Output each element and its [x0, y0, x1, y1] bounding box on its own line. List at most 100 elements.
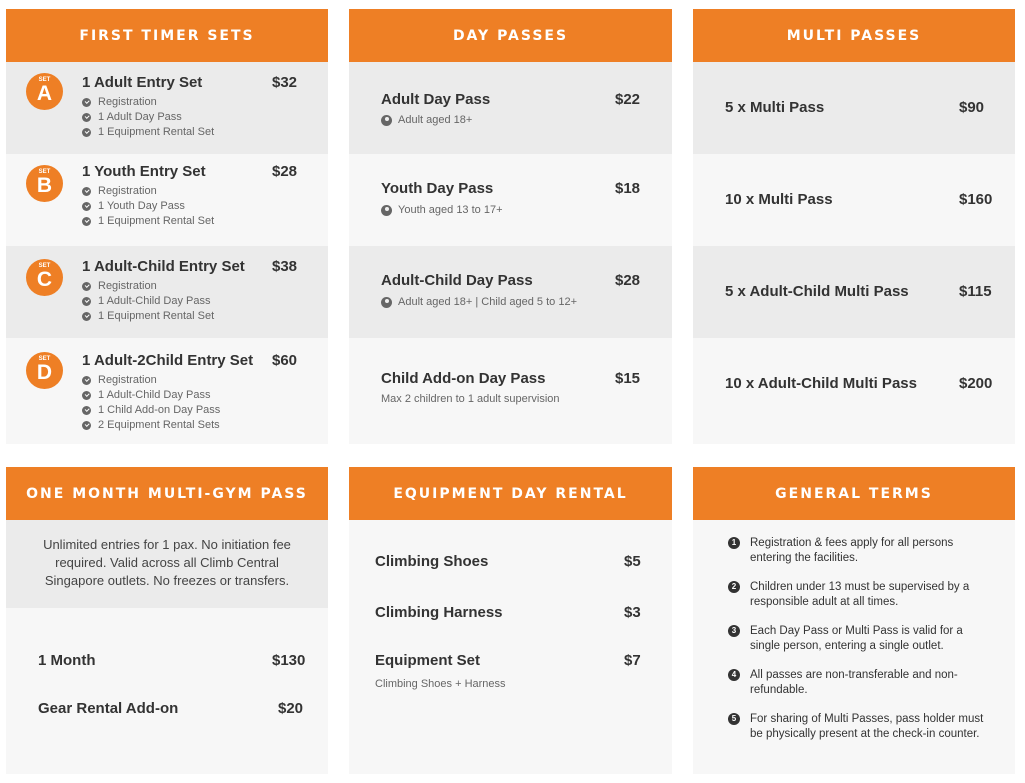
climbing-shoes-price: $5 — [624, 553, 641, 570]
child-addon-day-pass-row[interactable]: Child Add-on Day Pass $15 Max 2 children… — [349, 338, 672, 444]
list-item: 1 Registration & fees apply for all perso… — [728, 536, 993, 566]
list-item: 1 Equipment Rental Set — [82, 125, 214, 140]
first-timer-sets-card: FIRST TIMER SETS SET A 1 Adult Entry Set… — [6, 9, 328, 444]
list-item: 1 Equipment Rental Set — [82, 214, 214, 229]
person-icon — [381, 296, 392, 308]
adult-day-pass-row[interactable]: Adult Day Pass $22 Adult aged 18+ — [349, 62, 672, 154]
list-item: 3 Each Day Pass or Multi Pass is valid fo… — [728, 624, 993, 654]
set-b-title: 1 Youth Entry Set — [82, 163, 206, 180]
list-item: 2 Equipment Rental Sets — [82, 418, 220, 433]
equipment-set-title[interactable]: Equipment Set — [375, 652, 480, 669]
adult-child-multi-pass-5-price: $115 — [959, 283, 992, 300]
set-a-badge-icon: SET A — [26, 73, 63, 110]
youth-day-pass-title: Youth Day Pass — [381, 180, 494, 197]
set-a-items: Registration 1 Adult Day Pass 1 Equipmen… — [82, 95, 214, 140]
set-c-items: Registration 1 Adult-Child Day Pass 1 Eq… — [82, 279, 214, 324]
set-d-price: $60 — [272, 352, 298, 369]
set-c-badge-icon: SET C — [26, 259, 63, 296]
check-icon — [82, 312, 91, 321]
set-d-title: 1 Adult-2Child Entry Set — [82, 352, 254, 369]
multi-passes-header: MULTI PASSES — [693, 9, 1015, 62]
month-pass-card: ONE MONTH MULTI-GYM PASS Unlimited entri… — [6, 467, 328, 774]
check-icon — [82, 113, 91, 122]
set-b-items: Registration 1 Youth Day Pass 1 Equipmen… — [82, 184, 214, 229]
equipment-rental-card: EQUIPMENT DAY RENTAL Climbing Shoes $5 C… — [349, 467, 672, 774]
equipment-set-price: $7 — [624, 652, 641, 669]
person-icon — [381, 114, 392, 126]
check-icon — [82, 128, 91, 137]
list-item: 1 Adult-Child Day Pass — [82, 388, 220, 403]
number-3-icon: 3 — [728, 625, 740, 637]
youth-day-pass-row[interactable]: Youth Day Pass $18 Youth aged 13 to 17+ — [349, 154, 672, 246]
list-item: Registration — [82, 95, 214, 110]
day-passes-card: DAY PASSES Adult Day Pass $22 Adult aged… — [349, 9, 672, 444]
adult-child-day-pass-note: Adult aged 18+ | Child aged 5 to 12+ — [381, 296, 577, 308]
month-pass-description-row: Unlimited entries for 1 pax. No initiati… — [6, 520, 328, 608]
multi-pass-5-row[interactable]: 5 x Multi Pass $90 — [693, 62, 1015, 154]
person-icon — [381, 204, 392, 216]
general-terms-header: GENERAL TERMS — [693, 467, 1015, 520]
set-c-row[interactable]: SET C 1 Adult-Child Entry Set $38 Regist… — [6, 246, 328, 338]
set-d-row[interactable]: SET D 1 Adult-2Child Entry Set $60 Regis… — [6, 338, 328, 444]
check-icon — [82, 376, 91, 385]
adult-day-pass-note: Adult aged 18+ — [381, 114, 472, 126]
set-a-price: $32 — [272, 74, 298, 91]
check-icon — [82, 202, 91, 211]
list-item: 5 For sharing of Multi Passes, pass holde… — [728, 712, 993, 742]
child-addon-day-pass-price: $15 — [615, 370, 641, 387]
adult-child-multi-pass-10-price: $200 — [959, 375, 993, 392]
multi-pass-5-price: $90 — [959, 99, 985, 116]
check-icon — [82, 297, 91, 306]
equipment-rental-header: EQUIPMENT DAY RENTAL — [349, 467, 672, 520]
set-b-row[interactable]: SET B 1 Youth Entry Set $28 Registration… — [6, 154, 328, 246]
child-addon-day-pass-note: Max 2 children to 1 adult supervision — [381, 393, 560, 405]
check-icon — [82, 98, 91, 107]
set-c-title: 1 Adult-Child Entry Set — [82, 258, 245, 275]
list-item: Registration — [82, 184, 214, 199]
list-item: 2 Children under 13 must be supervised by… — [728, 580, 993, 610]
general-terms-list: 1 Registration & fees apply for all perso… — [728, 536, 993, 742]
gear-rental-addon-title[interactable]: Gear Rental Add-on — [38, 700, 178, 717]
multi-pass-10-price: $160 — [959, 191, 993, 208]
set-b-badge-icon: SET B — [26, 165, 63, 202]
multi-pass-10-row[interactable]: 10 x Multi Pass $160 — [693, 154, 1015, 246]
one-month-price: $130 — [272, 652, 306, 669]
climbing-harness-title[interactable]: Climbing Harness — [375, 604, 503, 621]
adult-child-day-pass-price: $28 — [615, 272, 641, 289]
check-icon — [82, 406, 91, 415]
adult-day-pass-price: $22 — [615, 91, 641, 108]
set-a-row[interactable]: SET A 1 Adult Entry Set $32 Registration… — [6, 62, 328, 154]
check-icon — [82, 282, 91, 291]
adult-child-day-pass-row[interactable]: Adult-Child Day Pass $28 Adult aged 18+ … — [349, 246, 672, 338]
adult-child-multi-pass-5-row[interactable]: 5 x Adult-Child Multi Pass $115 — [693, 246, 1015, 338]
climbing-harness-price: $3 — [624, 604, 641, 621]
list-item: 1 Adult Day Pass — [82, 110, 214, 125]
day-passes-header: DAY PASSES — [349, 9, 672, 62]
check-icon — [82, 391, 91, 400]
gear-rental-addon-price: $20 — [278, 700, 304, 717]
list-item: Registration — [82, 279, 214, 294]
youth-day-pass-note: Youth aged 13 to 17+ — [381, 204, 503, 216]
list-item: 4 All passes are non-transferable and non… — [728, 668, 993, 698]
adult-child-day-pass-title: Adult-Child Day Pass — [381, 272, 533, 289]
multi-pass-5-title: 5 x Multi Pass — [725, 99, 825, 116]
child-addon-day-pass-title: Child Add-on Day Pass — [381, 370, 546, 387]
number-1-icon: 1 — [728, 537, 740, 549]
climbing-shoes-title[interactable]: Climbing Shoes — [375, 553, 488, 570]
adult-day-pass-title: Adult Day Pass — [381, 91, 491, 108]
list-item: 1 Equipment Rental Set — [82, 309, 214, 324]
set-a-title: 1 Adult Entry Set — [82, 74, 203, 91]
check-icon — [82, 421, 91, 430]
first-timer-sets-header: FIRST TIMER SETS — [6, 9, 328, 62]
set-d-badge-icon: SET D — [26, 352, 63, 389]
set-b-price: $28 — [272, 163, 298, 180]
set-d-items: Registration 1 Adult-Child Day Pass 1 Ch… — [82, 373, 220, 433]
one-month-title[interactable]: 1 Month — [38, 652, 96, 669]
multi-passes-card: MULTI PASSES 5 x Multi Pass $90 10 x Mul… — [693, 9, 1015, 444]
number-4-icon: 4 — [728, 669, 740, 681]
list-item: Registration — [82, 373, 220, 388]
adult-child-multi-pass-10-row[interactable]: 10 x Adult-Child Multi Pass $200 — [693, 338, 1015, 444]
adult-child-multi-pass-10-title: 10 x Adult-Child Multi Pass — [725, 375, 917, 392]
number-5-icon: 5 — [728, 713, 740, 725]
equipment-set-note: Climbing Shoes + Harness — [375, 678, 506, 690]
